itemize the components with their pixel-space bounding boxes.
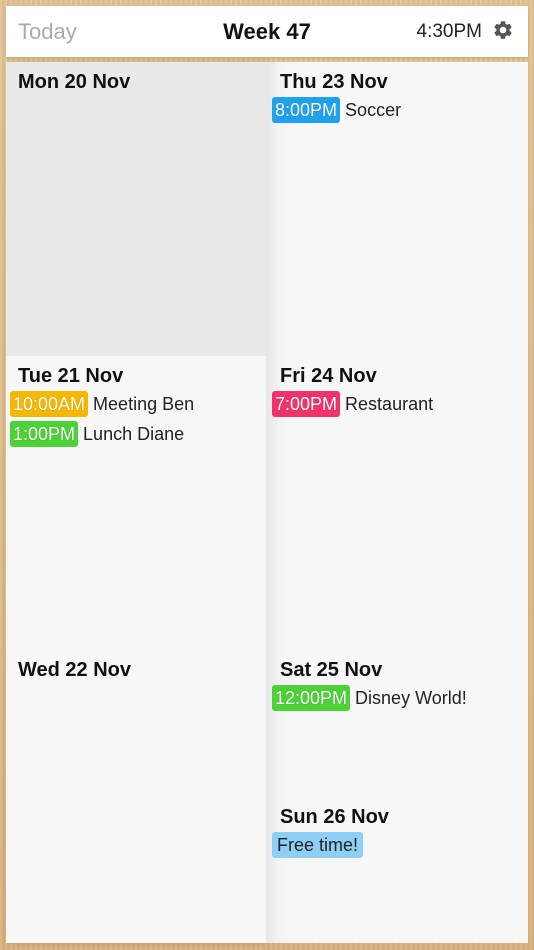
left-column: Mon 20 Nov Tue 21 Nov 10:00AM Meeting Be… bbox=[6, 62, 266, 943]
event-title: Restaurant bbox=[345, 394, 434, 414]
event-time-badge: 12:00PM bbox=[272, 685, 351, 711]
event-time-badge: 8:00PM bbox=[272, 97, 341, 123]
event-item[interactable]: 7:00PM Restaurant bbox=[272, 391, 433, 417]
day-title: Fri 24 Nov bbox=[280, 365, 377, 387]
event-item[interactable]: 8:00PM Soccer bbox=[272, 97, 401, 123]
current-time: 4:30PM bbox=[416, 21, 482, 42]
right-column: Thu 23 Nov 8:00PM Soccer Fri 24 Nov 7:00… bbox=[266, 62, 528, 943]
day-title: Mon 20 Nov bbox=[18, 71, 131, 93]
event-time-badge: 1:00PM bbox=[10, 421, 79, 447]
event-item[interactable]: Free time! bbox=[272, 832, 364, 858]
day-title: Thu 23 Nov bbox=[280, 71, 388, 93]
event-title: Lunch Diane bbox=[83, 424, 185, 444]
day-sat[interactable]: Sat 25 Nov 12:00PM Disney World! bbox=[266, 650, 528, 797]
day-fri[interactable]: Fri 24 Nov 7:00PM Restaurant bbox=[266, 356, 528, 650]
top-bar: Today Week 47 4:30PM bbox=[6, 6, 528, 57]
day-title: Tue 21 Nov bbox=[18, 365, 124, 387]
gear-icon[interactable] bbox=[492, 19, 514, 41]
day-sun[interactable]: Sun 26 Nov Free time! bbox=[266, 797, 528, 943]
event-title: Free time! bbox=[272, 832, 364, 858]
day-mon[interactable]: Mon 20 Nov bbox=[6, 62, 266, 356]
day-thu[interactable]: Thu 23 Nov 8:00PM Soccer bbox=[266, 62, 528, 356]
event-item[interactable]: 10:00AM Meeting Ben bbox=[10, 391, 194, 417]
day-title: Wed 22 Nov bbox=[18, 659, 131, 681]
day-wed[interactable]: Wed 22 Nov bbox=[6, 650, 266, 943]
event-time-badge: 10:00AM bbox=[10, 391, 89, 417]
day-tue[interactable]: Tue 21 Nov 10:00AM Meeting Ben 1:00PM Lu… bbox=[6, 356, 266, 650]
day-title: Sat 25 Nov bbox=[280, 659, 383, 681]
event-title: Soccer bbox=[345, 100, 402, 120]
event-title: Disney World! bbox=[355, 688, 467, 708]
event-title: Meeting Ben bbox=[93, 394, 195, 414]
event-item[interactable]: 12:00PM Disney World! bbox=[272, 685, 467, 711]
day-title: Sun 26 Nov bbox=[280, 806, 389, 828]
event-item[interactable]: 1:00PM Lunch Diane bbox=[10, 421, 184, 447]
event-time-badge: 7:00PM bbox=[272, 391, 341, 417]
